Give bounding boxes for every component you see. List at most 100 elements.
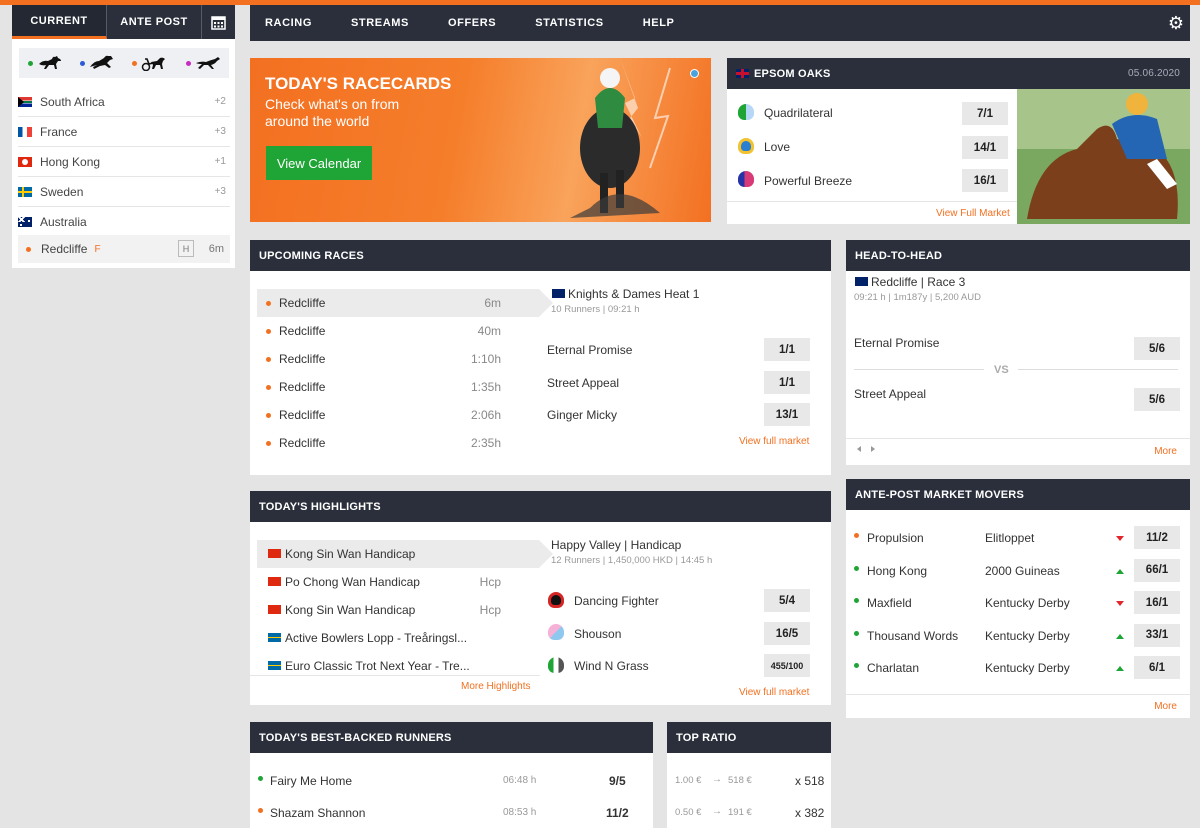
sport-jumps[interactable] xyxy=(79,55,115,71)
mover-row[interactable]: Propulsion Elitloppet 11/2 xyxy=(846,526,1190,552)
odds-button[interactable]: 66/1 xyxy=(1134,558,1180,582)
h2h-more-link[interactable]: More xyxy=(1154,446,1177,457)
calendar-button[interactable] xyxy=(202,5,235,39)
status-dot xyxy=(258,776,263,781)
nav-offers[interactable]: OFFERS xyxy=(448,17,496,29)
gear-icon[interactable]: ⚙ xyxy=(1168,13,1184,34)
odds-button[interactable]: 16/1 xyxy=(1134,591,1180,614)
odds-button[interactable]: 455/100 xyxy=(764,654,810,677)
h2h-header: HEAD-TO-HEAD xyxy=(846,240,1190,271)
sport-harness[interactable] xyxy=(131,55,169,71)
flag-australia-icon xyxy=(855,277,868,286)
silk-icon xyxy=(738,138,754,154)
country-sweden[interactable]: Sweden +3 xyxy=(18,177,230,207)
upcoming-race-item[interactable]: Redcliffe 1:35h xyxy=(257,373,539,401)
upcoming-race-item[interactable]: Redcliffe 40m xyxy=(257,317,539,345)
country-count: +1 xyxy=(214,156,226,167)
upcoming-race-item[interactable]: Redcliffe 2:06h xyxy=(257,401,539,429)
divider xyxy=(854,369,984,370)
return-value: 518 € xyxy=(728,775,752,786)
odds-value[interactable]: 11/2 xyxy=(606,806,629,820)
runner-name: Maxfield xyxy=(867,596,912,610)
odds-button[interactable]: 5/6 xyxy=(1134,388,1180,411)
detail-race-name: Happy Valley | Handicap xyxy=(551,538,682,552)
nav-racing[interactable]: RACING xyxy=(265,17,312,29)
country-australia[interactable]: Australia xyxy=(18,207,230,237)
country-name: Sweden xyxy=(40,184,84,199)
mover-row[interactable]: Hong Kong 2000 Guineas 66/1 xyxy=(846,558,1190,585)
odds-button[interactable]: 16/1 xyxy=(962,169,1008,192)
flag-uk-icon xyxy=(736,69,749,78)
country-south-africa[interactable]: South Africa +2 xyxy=(18,87,230,117)
highlight-race-item[interactable]: Kong Sin Wan Handicap Hcp xyxy=(257,596,539,624)
main-nav: RACING STREAMS OFFERS STATISTICS HELP ⚙ xyxy=(250,5,1190,41)
selected-race[interactable]: Redcliffe F H 6m xyxy=(18,235,230,263)
banner-indicator-dot[interactable] xyxy=(690,69,699,78)
jockey-illustration xyxy=(570,58,671,218)
mover-row[interactable]: Charlatan Kentucky Derby 6/1 xyxy=(846,656,1190,682)
detail-meta: 12 Runners | 1,450,000 HKD | 14:45 h xyxy=(551,555,713,566)
highlight-race-item[interactable]: Kong Sin Wan Handicap xyxy=(257,540,553,568)
flag-australia-icon xyxy=(18,217,32,227)
odds-button[interactable]: 5/6 xyxy=(1134,337,1180,360)
stake-value: 1.00 € xyxy=(675,775,702,786)
odds-value[interactable]: 9/5 xyxy=(609,774,626,788)
odds-button[interactable]: 7/1 xyxy=(962,102,1008,125)
movers-more-link[interactable]: More xyxy=(1154,701,1177,712)
sport-greyhounds[interactable] xyxy=(185,55,221,71)
view-full-market-link[interactable]: View Full Market xyxy=(936,208,1010,219)
upcoming-race-item[interactable]: Redcliffe 1:10h xyxy=(257,345,539,373)
more-highlights-link[interactable]: More Highlights xyxy=(461,681,530,692)
prev-icon[interactable] xyxy=(857,446,861,452)
runner-name: Fairy Me Home xyxy=(270,774,353,788)
view-full-market-link[interactable]: View full market xyxy=(739,687,809,698)
odds-button[interactable]: 33/1 xyxy=(1134,623,1180,647)
view-full-market-link[interactable]: View full market xyxy=(739,436,809,447)
mover-row[interactable]: Thousand Words Kentucky Derby 33/1 xyxy=(846,623,1190,650)
next-icon[interactable] xyxy=(871,446,875,452)
sport-dot xyxy=(27,60,33,66)
highlight-race-item[interactable]: Po Chong Wan Handicap Hcp xyxy=(257,568,539,596)
movers-header: ANTE-POST MARKET MOVERS xyxy=(846,479,1190,510)
sport-flat[interactable] xyxy=(27,55,63,71)
flag-hong-kong-icon xyxy=(18,156,32,167)
country-count: +2 xyxy=(214,96,226,107)
odds-button[interactable]: 5/4 xyxy=(764,589,810,612)
odds-button[interactable]: 1/1 xyxy=(764,338,810,361)
nav-streams[interactable]: STREAMS xyxy=(351,17,409,29)
nav-help[interactable]: HELP xyxy=(643,17,675,29)
arrow-down-icon xyxy=(1116,536,1124,541)
flag-south-africa-icon xyxy=(18,96,32,107)
arrow-right-icon: → xyxy=(712,806,722,817)
runner-name: Thousand Words xyxy=(867,628,959,643)
odds-button[interactable]: 1/1 xyxy=(764,371,810,394)
odds-button[interactable]: 16/5 xyxy=(764,622,810,645)
status-dot xyxy=(258,808,263,813)
odds-button[interactable]: 11/2 xyxy=(1134,526,1180,549)
status-dot xyxy=(854,533,859,538)
runner-name: Ginger Micky xyxy=(547,408,618,422)
runner-name: Charlatan xyxy=(867,661,920,675)
country-france[interactable]: France +3 xyxy=(18,117,230,147)
calendar-icon xyxy=(211,15,226,30)
upcoming-race-item[interactable]: Redcliffe 2:35h xyxy=(257,429,539,457)
odds-button[interactable]: 14/1 xyxy=(962,136,1008,159)
highlight-race-item[interactable]: Active Bowlers Lopp - Treåringsl... xyxy=(257,624,539,652)
odds-button[interactable]: 6/1 xyxy=(1134,656,1180,679)
runner-name: Dancing Fighter xyxy=(574,594,659,608)
silk-icon xyxy=(548,624,564,640)
upcoming-race-item[interactable]: Redcliffe 6m xyxy=(257,289,553,317)
tab-current[interactable]: CURRENT xyxy=(12,5,107,39)
odds-button[interactable]: 13/1 xyxy=(764,403,810,426)
country-name: Hong Kong xyxy=(40,154,101,169)
sport-filter xyxy=(19,48,229,78)
mover-row[interactable]: Maxfield Kentucky Derby 16/1 xyxy=(846,591,1190,617)
tab-ante-post[interactable]: ANTE POST xyxy=(107,5,202,39)
nav-statistics[interactable]: STATISTICS xyxy=(535,17,604,29)
race-name: 2000 Guineas xyxy=(985,563,1060,578)
runner-name: Shouson xyxy=(574,627,622,641)
return-value: 191 € xyxy=(728,807,752,818)
top-ratio-card: TOP RATIO 1.00 € → 518 € x 518 0.50 € → … xyxy=(667,722,831,828)
view-calendar-button[interactable]: View Calendar xyxy=(266,146,372,180)
country-hong-kong[interactable]: Hong Kong +1 xyxy=(18,147,230,177)
